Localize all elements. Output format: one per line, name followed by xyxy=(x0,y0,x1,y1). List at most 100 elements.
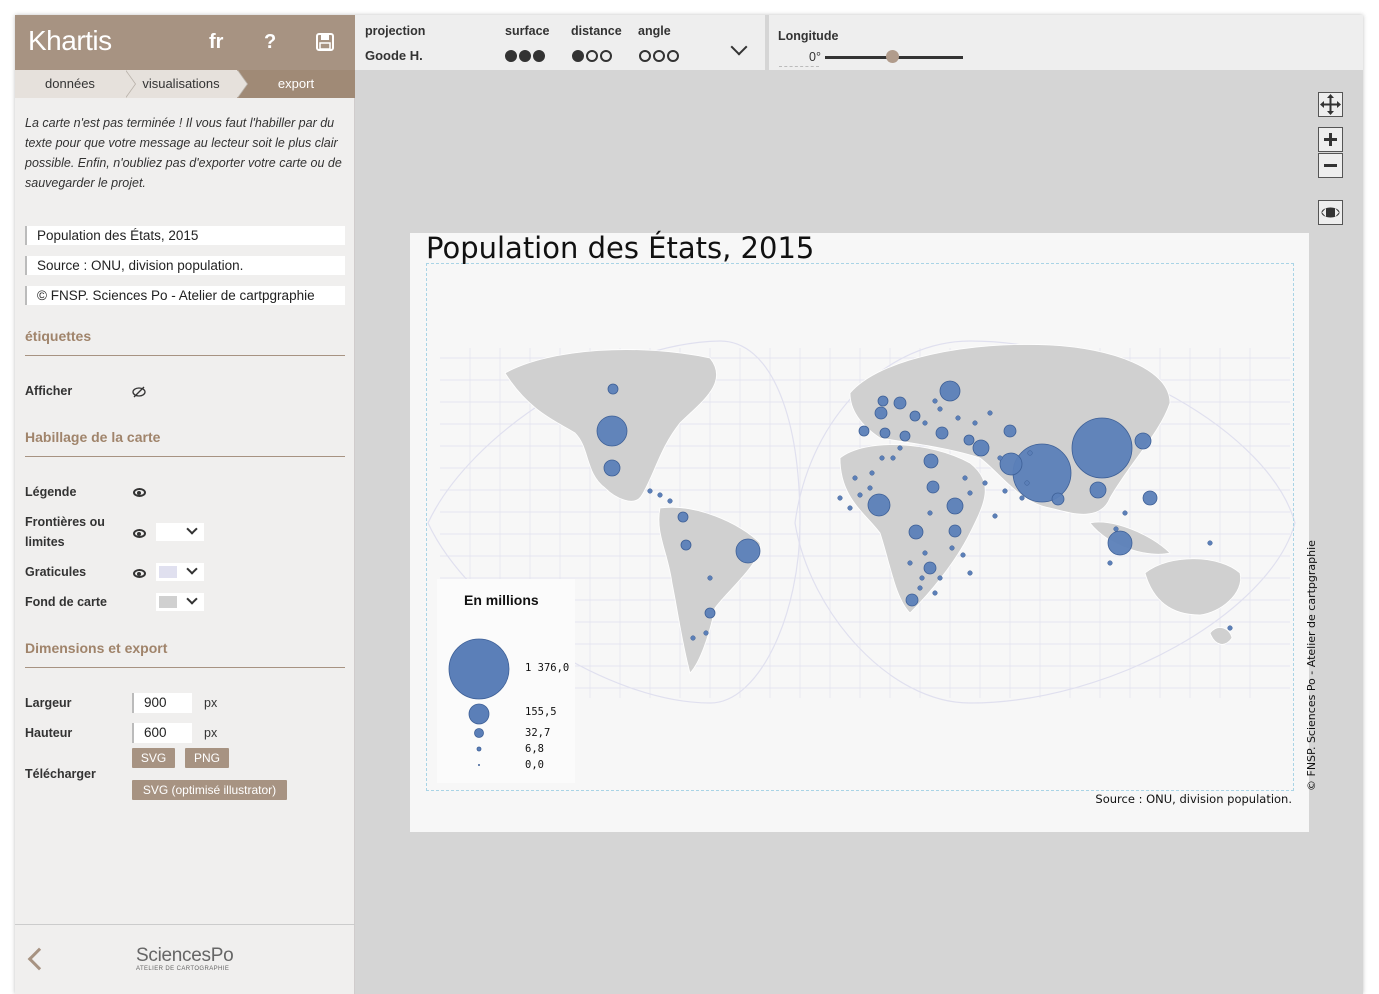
tab-visualisations[interactable]: visualisations xyxy=(125,70,248,98)
rating-dot xyxy=(639,50,651,62)
legend-label: Légende xyxy=(25,485,77,499)
width-unit: px xyxy=(204,696,218,710)
height-label: Hauteur xyxy=(25,726,73,740)
dressing-section-title[interactable]: Habillage de la carte xyxy=(25,429,160,445)
width-input[interactable]: 900 xyxy=(132,693,192,713)
download-png-button[interactable]: PNG xyxy=(185,748,229,768)
tab-label: export xyxy=(277,76,315,91)
rating-dot xyxy=(586,50,598,62)
eye-hidden-icon[interactable] xyxy=(131,386,147,398)
language-button[interactable]: fr xyxy=(209,31,223,54)
pan-button[interactable] xyxy=(1318,92,1343,117)
tab-label: visualisations xyxy=(142,76,220,91)
rating-dot xyxy=(505,50,517,62)
color-swatch xyxy=(159,596,177,608)
brand-bar: Khartis fr ? xyxy=(15,15,355,70)
rating-dot xyxy=(653,50,665,62)
title-field[interactable]: Population des États, 2015 xyxy=(25,226,345,245)
legend-symbols xyxy=(448,638,510,766)
projection-value[interactable]: Goode H. xyxy=(365,48,423,63)
logo-sub: ATELIER DE CARTOGRAPHIE xyxy=(136,966,230,972)
rating-dot xyxy=(600,50,612,62)
longitude-slider-handle[interactable] xyxy=(886,50,899,63)
author-field[interactable]: © FNSP. Sciences Po - Atelier de cartpgr… xyxy=(25,286,345,305)
height-unit: px xyxy=(204,726,218,740)
longitude-underline xyxy=(779,66,819,67)
legend-value: 155,5 xyxy=(525,706,557,718)
width-label: Largeur xyxy=(25,696,72,710)
legend-circle-1 xyxy=(448,638,510,700)
intro-text: La carte n'est pas terminée ! Il vous fa… xyxy=(25,116,342,190)
tab-label: données xyxy=(45,76,95,91)
legend-circle-3 xyxy=(474,728,484,738)
logo-main: SciencesPo xyxy=(136,945,234,966)
legend-value: 0,0 xyxy=(525,759,544,771)
rating-dot xyxy=(667,50,679,62)
rating-dot xyxy=(519,50,531,62)
section-divider xyxy=(25,456,345,457)
labels-section-title[interactable]: étiquettes xyxy=(25,328,91,344)
sciencespo-logo: SciencesPo ATELIER DE CARTOGRAPHIE xyxy=(136,945,234,972)
zoom-in-button[interactable] xyxy=(1318,127,1343,152)
longitude-value[interactable]: 0° xyxy=(809,50,821,64)
eye-icon[interactable] xyxy=(133,529,146,538)
borders-style-dropdown[interactable] xyxy=(156,523,204,541)
distance-rating xyxy=(572,50,612,62)
projection-icon xyxy=(1321,207,1340,218)
zoom-out-button[interactable] xyxy=(1318,153,1343,178)
height-input[interactable]: 600 xyxy=(132,723,192,743)
map-card: Population des États, 2015 En millions 1… xyxy=(410,231,1318,832)
chevron-down-icon[interactable] xyxy=(730,38,748,56)
angle-label: angle xyxy=(638,24,671,38)
sidebar: Khartis fr ? données visualisations expo… xyxy=(15,15,355,994)
eye-icon[interactable] xyxy=(133,569,146,578)
app-logo[interactable]: Khartis xyxy=(28,25,112,57)
chevron-down-icon xyxy=(186,563,198,575)
map-credit[interactable]: © FNSP. Sciences Po - Atelier de cartpgr… xyxy=(1305,531,1318,791)
map-title[interactable]: Population des États, 2015 xyxy=(426,231,814,265)
save-icon[interactable] xyxy=(315,32,335,52)
map-legend[interactable]: En millions 1 376,0 155,5 32,7 6,8 0,0 xyxy=(437,579,575,783)
step-tabs: données visualisations export xyxy=(15,70,355,98)
toolbar-divider xyxy=(765,15,769,70)
legend-circle-5 xyxy=(478,763,481,766)
legend-value: 6,8 xyxy=(525,743,544,755)
chevron-down-icon xyxy=(186,593,198,605)
download-svg-illustrator-button[interactable]: SVG (optimisé illustrator) xyxy=(132,780,287,800)
surface-label: surface xyxy=(505,24,550,38)
export-section-title[interactable]: Dimensions et export xyxy=(25,640,167,656)
reset-view-button[interactable] xyxy=(1318,200,1343,225)
back-arrow-icon[interactable] xyxy=(27,947,51,971)
angle-rating xyxy=(639,50,679,62)
tab-export[interactable]: export xyxy=(237,70,355,98)
download-label: Télécharger xyxy=(25,767,96,781)
legend-circle-2 xyxy=(468,703,490,725)
legend-circle-4 xyxy=(476,746,482,752)
download-svg-button[interactable]: SVG xyxy=(132,748,175,768)
graticules-label: Graticules xyxy=(25,565,87,579)
distance-label: distance xyxy=(571,24,622,38)
app-window: Khartis fr ? données visualisations expo… xyxy=(15,15,1363,994)
source-field[interactable]: Source : ONU, division population. xyxy=(25,256,345,275)
background-color-dropdown[interactable] xyxy=(156,593,204,611)
legend-value: 32,7 xyxy=(525,727,551,739)
eye-icon[interactable] xyxy=(133,488,146,497)
help-button[interactable]: ? xyxy=(264,31,276,54)
move-icon xyxy=(1320,94,1341,115)
show-labels-label: Afficher xyxy=(25,384,73,398)
rating-dot xyxy=(533,50,545,62)
projection-label: projection xyxy=(365,24,426,38)
background-label: Fond de carte xyxy=(25,595,107,609)
graticule-color-dropdown[interactable] xyxy=(156,563,204,581)
color-swatch xyxy=(159,566,177,578)
footer-divider xyxy=(15,924,355,925)
rating-dot xyxy=(572,50,584,62)
tab-donnees[interactable]: données xyxy=(15,70,136,98)
projection-toolbar: projection Goode H. surface distance ang… xyxy=(355,15,1363,70)
map-source[interactable]: Source : ONU, division population. xyxy=(1095,792,1292,806)
section-divider xyxy=(25,667,345,668)
section-divider xyxy=(25,355,345,356)
minus-icon xyxy=(1324,164,1337,167)
legend-value: 1 376,0 xyxy=(525,662,570,674)
surface-rating xyxy=(505,50,545,62)
